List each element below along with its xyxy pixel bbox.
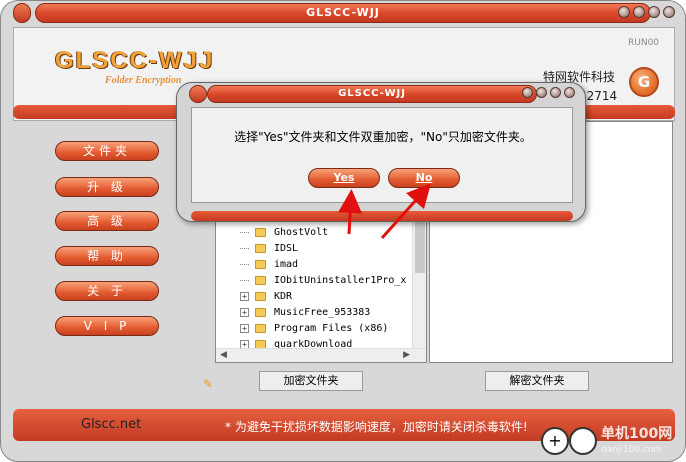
restore-button[interactable] [633, 6, 645, 18]
dialog-minimize-button[interactable] [522, 87, 533, 98]
g-logo-icon: G [629, 67, 659, 97]
notice-text: * 为避免干扰损坏数据影响速度，加密时请关闭杀毒软件! [225, 420, 528, 434]
dialog-titlebar-cap [189, 85, 207, 103]
folder-icon [255, 227, 266, 237]
watermark-text: 单机100网 [601, 426, 673, 442]
pencil-icon: ✎ [203, 377, 214, 391]
tree-line [240, 231, 249, 233]
folder-icon [255, 275, 266, 285]
folder-icon [255, 291, 266, 301]
scroll-left-icon[interactable]: ◀ [220, 350, 227, 360]
tree-item[interactable]: + KDR [216, 288, 292, 304]
tree-item-label: Program Files (x86) [274, 322, 389, 334]
expand-icon[interactable]: + [240, 323, 249, 333]
expand-icon[interactable]: + [240, 291, 249, 301]
tree-item[interactable]: + MusicFree_953383 [216, 304, 370, 320]
tree-item[interactable]: IObitUninstaller1Pro_x [216, 272, 406, 288]
no-button[interactable]: No [388, 168, 460, 188]
tree-item[interactable]: + Program Files (x86) [216, 320, 388, 336]
vertical-scrollbar[interactable] [412, 218, 426, 350]
watermark-plus-icon: + [541, 427, 569, 455]
tree-item[interactable]: GhostVolt [216, 224, 328, 240]
sidebar-item-about[interactable]: 关 于 [55, 281, 159, 301]
yes-button[interactable]: Yes [308, 168, 380, 188]
scroll-right-icon[interactable]: ▶ [403, 350, 410, 360]
tree-item-label: MusicFree_953383 [274, 306, 371, 318]
sidebar-item-folder[interactable]: 文件夹 [55, 141, 159, 161]
tree-line [240, 279, 249, 281]
tree-item-label: GhostVolt [274, 226, 329, 238]
close-button[interactable] [663, 6, 675, 18]
dialog-close-button[interactable] [564, 87, 575, 98]
scrollbar-thumb[interactable] [415, 218, 425, 273]
dialog-title: GLSCC-WJJ [207, 85, 537, 103]
decrypt-folder-button[interactable]: 解密文件夹 [485, 371, 589, 391]
tree-item-label: IDSL [274, 242, 299, 254]
tree-line [240, 263, 249, 265]
dialog-body: 选择"Yes"文件夹和文件双重加密，"No"只加密文件夹。 Yes No [191, 107, 573, 203]
tree-item-label: KDR [274, 290, 293, 302]
tree-item-label: imad [274, 258, 299, 270]
window-title: GLSCC-WJJ [35, 3, 651, 23]
sidebar-item-help[interactable]: 帮 助 [55, 246, 159, 266]
main-window: GLSCC-WJJ GLSCC-WJJ Folder Encryption RU… [0, 0, 686, 462]
confirm-dialog: GLSCC-WJJ 选择"Yes"文件夹和文件双重加密，"No"只加密文件夹。 … [176, 82, 586, 222]
tree-item-label: IObitUninstaller1Pro_x [274, 274, 407, 286]
logo-subtitle: Folder Encryption [105, 75, 182, 86]
minimize-button[interactable] [618, 6, 630, 18]
sidebar-item-upgrade[interactable]: 升 级 [55, 177, 159, 197]
folder-icon [255, 323, 266, 333]
run-label: RUN00 [628, 38, 660, 48]
logo: GLSCC-WJJ [55, 47, 215, 74]
dialog-controls [522, 87, 575, 98]
encrypt-folder-button[interactable]: 加密文件夹 [259, 371, 363, 391]
window-controls [618, 6, 675, 18]
dialog-stripe [191, 211, 573, 221]
tree-item[interactable]: imad [216, 256, 298, 272]
watermark-subtext: danji100.com [601, 445, 663, 455]
folder-icon [255, 259, 266, 269]
tree-item[interactable]: IDSL [216, 240, 298, 256]
watermark-circle-icon [569, 427, 597, 455]
dialog-restore-button[interactable] [536, 87, 547, 98]
expand-icon[interactable]: + [240, 307, 249, 317]
tree-line [240, 247, 249, 249]
horizontal-scrollbar[interactable]: ◀ ▶ [216, 348, 426, 362]
titlebar-left-cap [13, 3, 31, 23]
sidebar-item-vip[interactable]: V I P [55, 316, 159, 336]
site-label: Glscc.net [81, 417, 142, 432]
folder-icon [255, 307, 266, 317]
folder-icon [255, 243, 266, 253]
dialog-maximize-button[interactable] [550, 87, 561, 98]
dialog-message: 选择"Yes"文件夹和文件双重加密，"No"只加密文件夹。 [234, 130, 532, 144]
maximize-button[interactable] [648, 6, 660, 18]
sidebar-item-advanced[interactable]: 高 级 [55, 211, 159, 231]
